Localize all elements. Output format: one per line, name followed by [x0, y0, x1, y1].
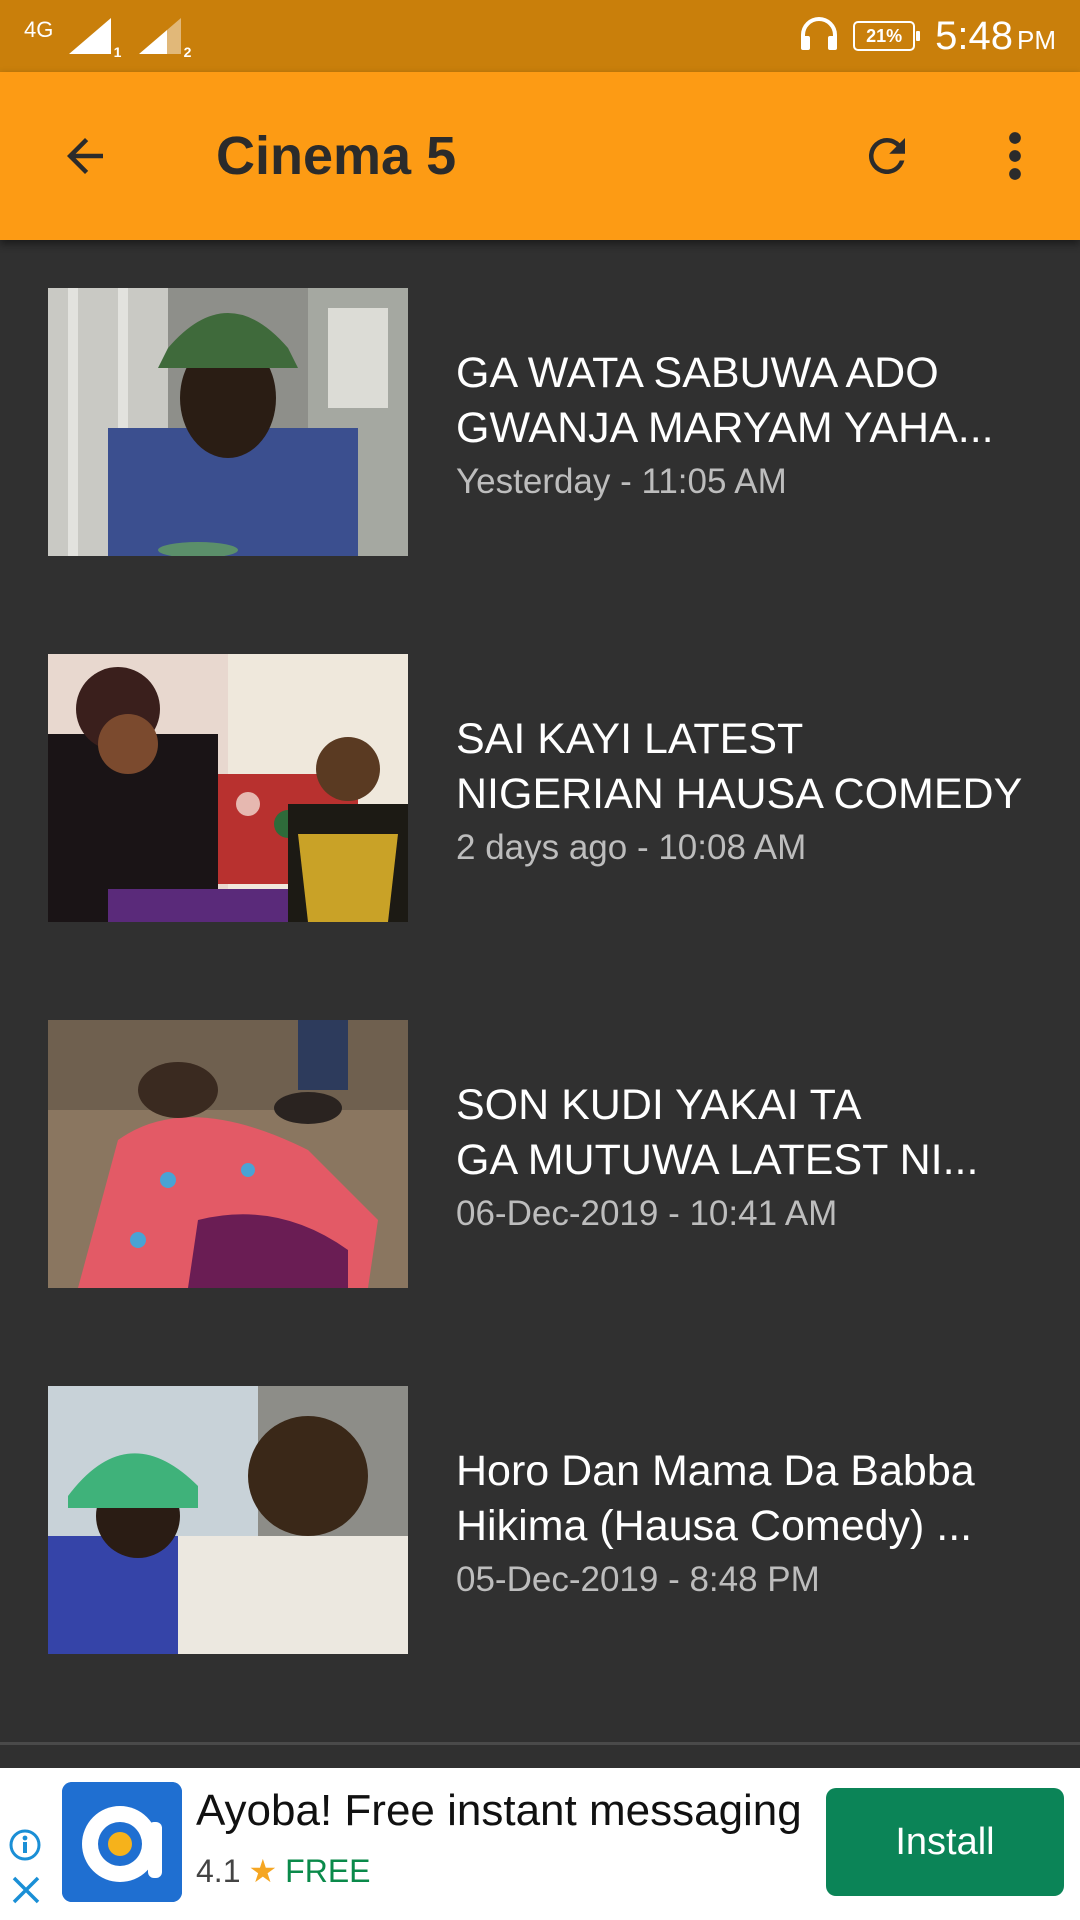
install-button[interactable]: Install — [826, 1788, 1064, 1896]
video-title-line2: Hikima (Hausa Comedy) ... — [456, 1502, 973, 1550]
video-item[interactable]: GA WATA SABUWA ADO GWANJA MARYAM YAHA...… — [0, 240, 1080, 606]
headset-icon — [799, 16, 839, 56]
video-title-line1: SON KUDI YAKAI TA — [456, 1081, 862, 1129]
video-title-line1: SAI KAYI LATEST — [456, 715, 804, 763]
video-title: SAI KAYI LATEST NIGERIAN HAUSA COMEDY — [456, 712, 1034, 822]
video-item[interactable]: SON KUDI YAKAI TA GA MUTUWA LATEST NI...… — [0, 972, 1080, 1338]
battery-indicator: 21% — [853, 21, 921, 51]
status-right: 21% 5:48 PM — [799, 14, 1056, 59]
video-thumbnail — [48, 288, 408, 556]
ad-banner[interactable]: Ayoba! Free instant messaging 4.1 ★ FREE… — [0, 1768, 1080, 1920]
clock-ampm: PM — [1017, 24, 1056, 55]
video-timestamp: 06-Dec-2019 - 10:41 AM — [456, 1194, 838, 1233]
ad-rating: 4.1 — [196, 1852, 241, 1889]
sim2-label: 2 — [183, 44, 192, 60]
video-title-line1: Horo Dan Mama Da Babba — [456, 1447, 975, 1495]
page-title: Cinema 5 — [216, 126, 457, 186]
video-title-line2: GA MUTUWA LATEST NI... — [456, 1136, 979, 1184]
video-timestamp: 05-Dec-2019 - 8:48 PM — [456, 1560, 820, 1599]
status-bar: 4G 1 2 21% 5:48 PM — [0, 0, 1080, 72]
refresh-button[interactable] — [842, 111, 932, 201]
app-logo — [62, 1782, 182, 1902]
status-left: 4G 1 2 — [24, 16, 191, 60]
video-title-line1: GA WATA SABUWA ADO — [456, 349, 939, 397]
back-button[interactable] — [40, 111, 130, 201]
video-thumbnail — [48, 1386, 408, 1654]
ad-meta: 4.1 ★ FREE — [196, 1852, 371, 1890]
video-item[interactable]: Horo Dan Mama Da Babba Hikima (Hausa Com… — [0, 1338, 1080, 1704]
signal-icon: 1 — [67, 16, 121, 60]
video-title: Horo Dan Mama Da Babba Hikima (Hausa Com… — [456, 1444, 1034, 1554]
star-icon: ★ — [248, 1853, 278, 1889]
ad-price: FREE — [285, 1852, 371, 1889]
app-bar: Cinema 5 — [0, 72, 1080, 240]
signal-icon: 2 — [137, 16, 191, 60]
video-title-line2: GWANJA MARYAM YAHA... — [456, 404, 994, 452]
video-title: GA WATA SABUWA ADO GWANJA MARYAM YAHA... — [456, 346, 1034, 456]
network-type: 4G — [24, 17, 54, 42]
video-thumbnail — [48, 1020, 408, 1288]
video-title: SON KUDI YAKAI TA GA MUTUWA LATEST NI... — [456, 1078, 1034, 1188]
video-timestamp: 2 days ago - 10:08 AM — [456, 828, 807, 867]
info-icon[interactable] — [8, 1828, 42, 1862]
ad-title: Ayoba! Free instant messaging — [196, 1786, 802, 1835]
video-thumbnail — [48, 654, 408, 922]
refresh-icon — [868, 137, 905, 174]
video-title-line2: NIGERIAN HAUSA COMEDY — [456, 770, 1023, 818]
clock: 5:48 PM — [935, 14, 1056, 59]
sim1-label: 1 — [113, 44, 122, 60]
arrow-left-icon — [67, 138, 103, 174]
close-icon[interactable] — [10, 1874, 42, 1906]
video-item[interactable]: SAI KAYI LATEST NIGERIAN HAUSA COMEDY 2 … — [0, 606, 1080, 972]
more-options-button[interactable] — [970, 111, 1060, 201]
video-timestamp: Yesterday - 11:05 AM — [456, 462, 787, 501]
divider — [0, 1742, 1080, 1745]
clock-time: 5:48 — [935, 13, 1013, 58]
more-vert-icon — [1009, 132, 1021, 180]
